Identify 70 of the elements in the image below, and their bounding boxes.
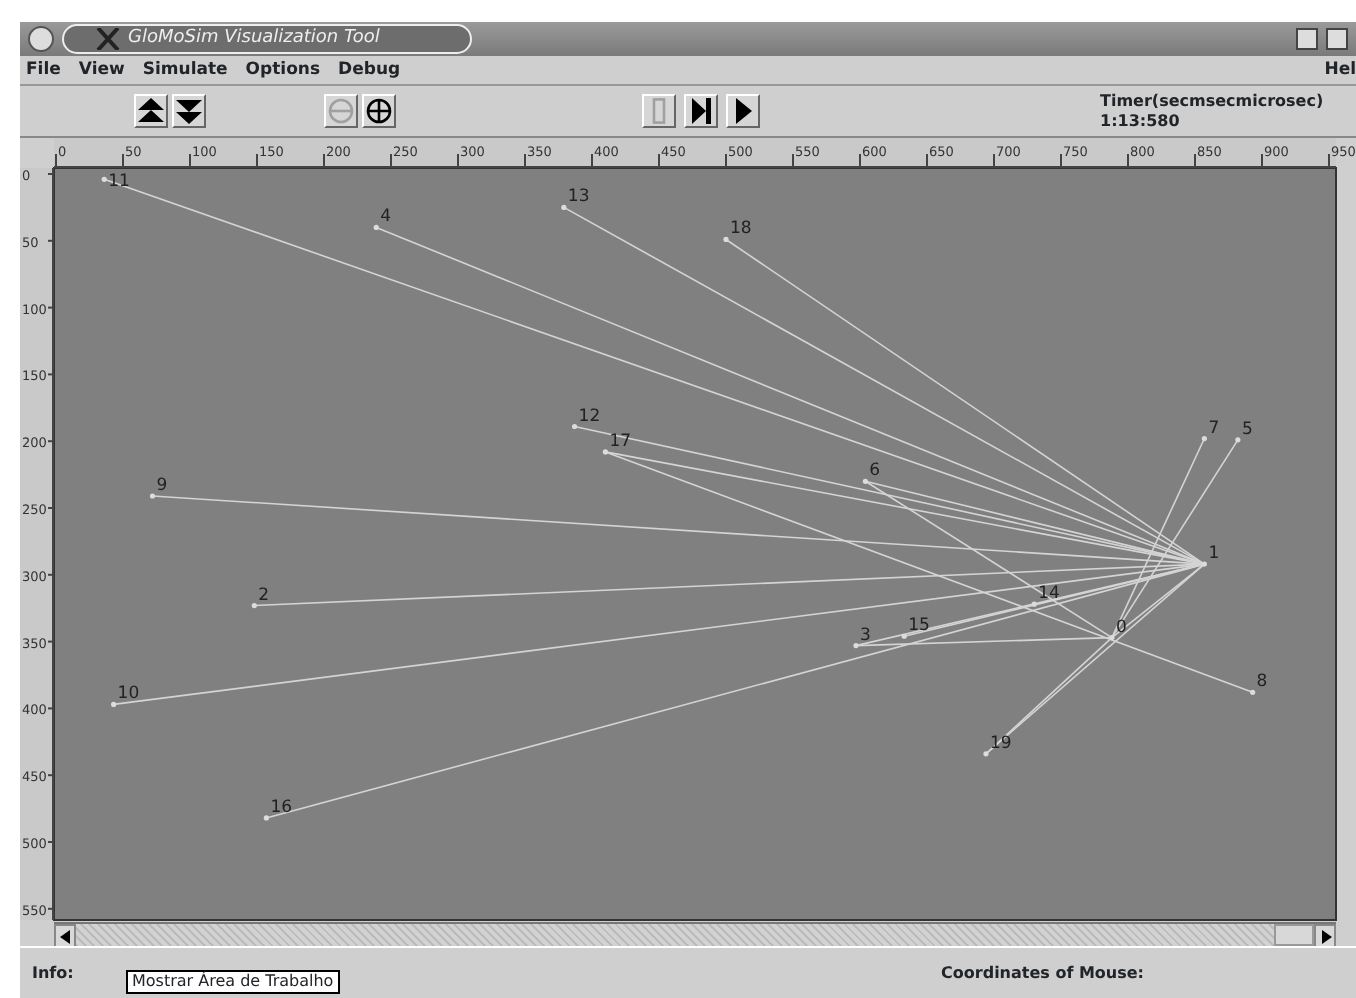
step-button[interactable] [684, 94, 718, 128]
node-label: 17 [609, 431, 632, 452]
node-point[interactable] [853, 643, 859, 649]
move-down-button[interactable] [172, 94, 206, 128]
node-label: 2 [258, 585, 270, 606]
node-point[interactable] [111, 701, 117, 707]
node-label: 4 [380, 207, 392, 228]
coordinates-label: Coordinates of Mouse: [941, 961, 1144, 983]
node-label: 18 [730, 219, 752, 240]
node-label: 3 [860, 625, 871, 646]
node-point[interactable] [373, 224, 379, 231]
tooltip: Mostrar Área de Trabalho [126, 970, 340, 994]
node-point[interactable] [561, 204, 567, 210]
window-title: GloMoSim Visualization Tool [128, 25, 380, 52]
node-label: 9 [156, 476, 168, 496]
menu-item[interactable]: View [78, 59, 125, 81]
node-point[interactable] [901, 633, 907, 639]
right-arrow-icon [1319, 929, 1331, 943]
double-down-arrow-icon [176, 98, 202, 124]
node-point[interactable] [983, 751, 989, 757]
scrollbar-thumb[interactable] [1274, 924, 1314, 946]
step-icon [688, 98, 714, 124]
scroll-right-button[interactable] [1314, 924, 1336, 948]
circled-minus-icon [328, 98, 354, 124]
node-point[interactable] [1201, 561, 1207, 567]
timer-value: 1:13:580 [1100, 112, 1182, 132]
node-label: 1 [1208, 544, 1220, 565]
menu-item[interactable]: Simulate [142, 59, 228, 81]
node-point[interactable] [862, 478, 868, 484]
node-point[interactable] [1235, 437, 1241, 443]
node-point[interactable] [101, 176, 107, 182]
node-point[interactable] [723, 236, 729, 243]
node-label: 0 [1115, 617, 1127, 638]
circled-plus-icon [366, 98, 392, 124]
minimize-button[interactable] [1296, 28, 1318, 50]
node-point[interactable] [572, 423, 578, 430]
node-label: 16 [270, 797, 293, 818]
zoom-in-button[interactable] [362, 94, 396, 128]
menu-item[interactable]: Options [245, 59, 321, 81]
left-arrow-icon [59, 929, 71, 943]
x-logo-icon [96, 28, 120, 50]
info-label: Info: [32, 961, 74, 983]
node-label: 12 [578, 406, 601, 427]
node-label: 10 [117, 684, 140, 705]
node-label: 7 [1208, 418, 1220, 439]
menu-item[interactable]: File [26, 59, 61, 81]
node-point[interactable] [1109, 635, 1115, 641]
menu-item[interactable]: Debug [338, 59, 401, 81]
maximize-button[interactable] [1326, 28, 1348, 50]
node-point[interactable] [602, 449, 608, 455]
timer-label: Timer(secmsecmicrosec) [1100, 92, 1324, 112]
window-menu-button[interactable] [28, 26, 54, 52]
node-label: 15 [908, 616, 930, 637]
play-icon [730, 98, 756, 124]
node-label: 13 [567, 187, 590, 208]
node-point[interactable] [149, 493, 156, 499]
node-point[interactable] [1201, 435, 1207, 442]
menu-item[interactable]: Hel [1324, 59, 1356, 81]
node-label: 5 [1241, 419, 1253, 440]
play-button[interactable] [726, 94, 760, 128]
node-label: 6 [869, 461, 881, 482]
double-up-arrow-icon [138, 98, 164, 124]
move-up-button[interactable] [134, 94, 168, 128]
node-point[interactable] [251, 602, 257, 609]
node-label: 14 [1038, 584, 1060, 605]
node-label: 8 [1256, 672, 1268, 693]
node-point[interactable] [1031, 601, 1037, 607]
node-point[interactable] [263, 815, 269, 821]
scroll-left-button[interactable] [54, 924, 76, 948]
node-point[interactable] [1250, 689, 1256, 695]
